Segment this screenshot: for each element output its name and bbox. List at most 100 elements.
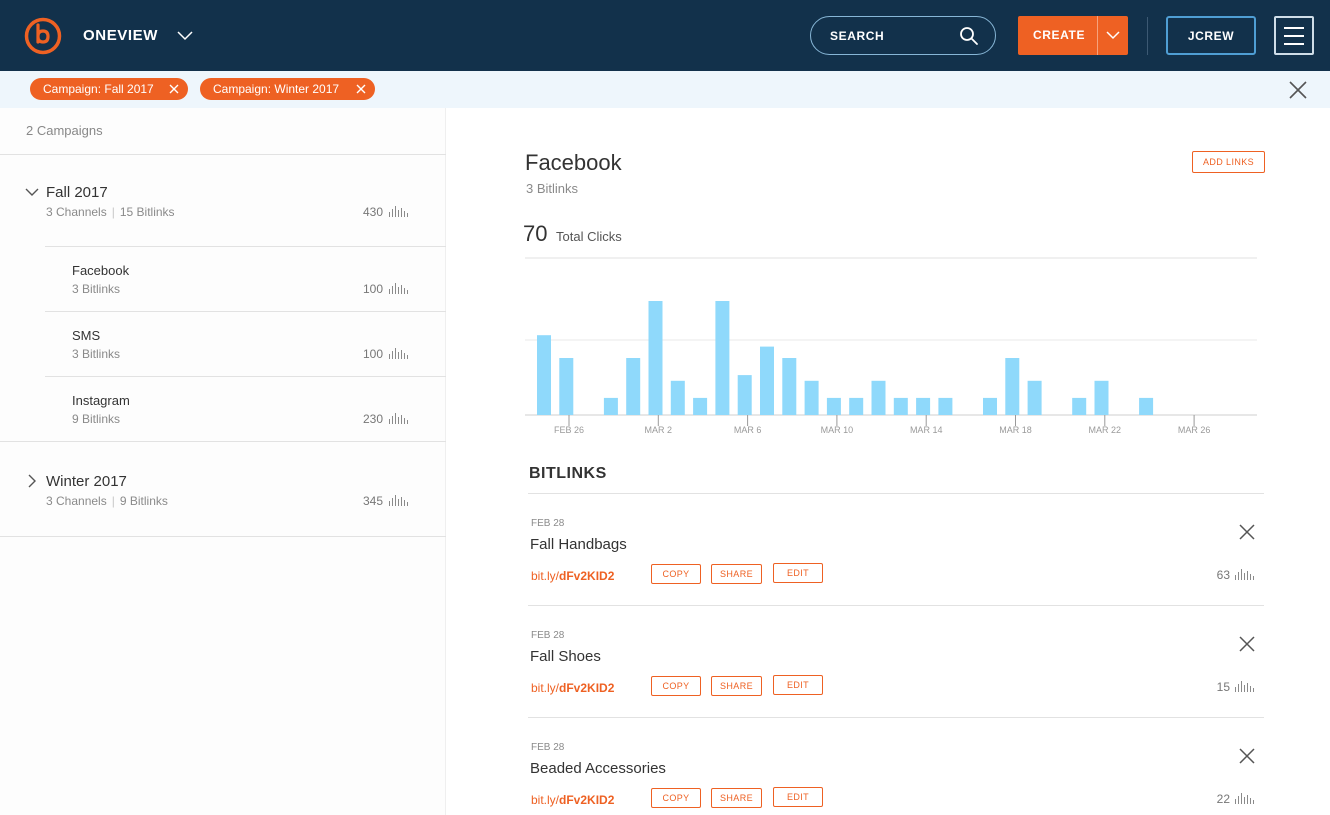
- clear-filters-close-icon[interactable]: [1288, 80, 1308, 100]
- chevron-down-icon[interactable]: [1105, 29, 1121, 41]
- edit-button[interactable]: EDIT: [773, 675, 823, 695]
- campaign-count: 2 Campaigns: [26, 123, 103, 138]
- chevron-down-icon[interactable]: [176, 28, 194, 42]
- channel-heading: Facebook: [525, 150, 622, 175]
- channel-meta: 9 Bitlinks: [72, 412, 121, 426]
- share-button[interactable]: SHARE: [711, 676, 762, 696]
- chart-tick-label: FEB 26: [554, 425, 584, 435]
- bitlink-url[interactable]: bit.ly/dFv2KID2: [531, 569, 614, 583]
- chart-bar: [916, 397, 931, 415]
- menu-line: [1284, 43, 1304, 45]
- create-button-label: CREATE: [1033, 28, 1086, 42]
- bitlink-hash: dFv2KID2: [559, 681, 615, 695]
- chart-tick-label: MAR 22: [1089, 425, 1122, 435]
- edit-button[interactable]: EDIT: [773, 787, 823, 807]
- create-button[interactable]: CREATE: [1018, 16, 1128, 55]
- bar-chart-icon: [1235, 792, 1257, 804]
- close-icon[interactable]: [1238, 635, 1256, 653]
- bitlink-domain: bit.ly/: [531, 793, 560, 807]
- campaign-channels: 3 Channels: [46, 205, 107, 219]
- add-links-button[interactable]: ADD LINKS: [1192, 151, 1265, 173]
- chart-bar: [737, 375, 752, 415]
- menu-line: [1284, 27, 1304, 29]
- divider: [0, 536, 446, 537]
- campaign-title[interactable]: Fall 2017: [46, 184, 108, 201]
- bitlink-url[interactable]: bit.ly/dFv2KID2: [531, 681, 614, 695]
- bitlink-url[interactable]: bit.ly/dFv2KID2: [531, 793, 614, 807]
- chart-tick-label: MAR 6: [734, 425, 762, 435]
- channel-clicks: 230: [362, 412, 383, 426]
- bar-chart-icon: [389, 205, 411, 217]
- bitlink-clicks: 63: [1216, 568, 1230, 582]
- search-icon[interactable]: [959, 26, 979, 46]
- chart-bar: [559, 358, 574, 415]
- close-icon[interactable]: [1238, 747, 1256, 765]
- bitlink-title[interactable]: Fall Handbags: [530, 536, 627, 553]
- bitlink-date: FEB 28: [531, 630, 565, 641]
- search-box[interactable]: SEARCH: [810, 16, 996, 55]
- chart-bar: [760, 346, 774, 415]
- top-navigation-bar: ONEVIEW SEARCH CREATE JCREW: [0, 0, 1330, 71]
- chart-bar: [804, 380, 819, 415]
- hamburger-menu-button[interactable]: [1274, 16, 1314, 55]
- filter-bar: Campaign: Fall 2017 Campaign: Winter 201…: [0, 71, 1330, 108]
- channel-clicks: 100: [362, 347, 383, 361]
- chart-bar: [782, 358, 797, 415]
- bitlink-date: FEB 28: [531, 518, 565, 529]
- bitlink-date: FEB 28: [531, 742, 565, 753]
- campaign-title[interactable]: Winter 2017: [46, 473, 127, 490]
- chart-bar: [1094, 380, 1109, 415]
- share-button[interactable]: SHARE: [711, 564, 762, 584]
- edit-button[interactable]: EDIT: [773, 563, 823, 583]
- copy-button[interactable]: COPY: [651, 676, 701, 696]
- chart-bar: [693, 397, 708, 415]
- bitlink-hash: dFv2KID2: [559, 793, 615, 807]
- bitlink-domain: bit.ly/: [531, 569, 560, 583]
- chart-bar: [603, 397, 618, 415]
- chart-bar: [849, 397, 864, 415]
- bar-chart-icon: [389, 347, 411, 359]
- channel-title[interactable]: Instagram: [72, 393, 130, 408]
- chart-bar: [715, 301, 730, 415]
- campaign-bitlinks: 9 Bitlinks: [119, 494, 168, 508]
- bitlink-title[interactable]: Fall Shoes: [530, 648, 601, 665]
- filter-chip-fall-2017[interactable]: Campaign: Fall 2017: [30, 78, 188, 100]
- chart-tick-label: MAR 2: [645, 425, 673, 435]
- chart-bar: [626, 358, 641, 415]
- bitlink-title[interactable]: Beaded Accessories: [530, 760, 666, 777]
- channel-title[interactable]: Facebook: [72, 263, 129, 278]
- chart-bar: [983, 397, 997, 415]
- filter-chip-winter-2017[interactable]: Campaign: Winter 2017: [200, 78, 375, 100]
- campaign-channels: 3 Channels: [46, 494, 107, 508]
- bar-chart-icon: [389, 412, 411, 424]
- copy-button[interactable]: COPY: [651, 564, 701, 584]
- chevron-down-icon[interactable]: [25, 185, 39, 199]
- divider: [45, 376, 446, 377]
- search-placeholder: SEARCH: [830, 29, 885, 43]
- divider: [528, 605, 1264, 606]
- filter-chip-label: Campaign: Fall 2017: [43, 82, 154, 96]
- bar-chart-icon: [1235, 568, 1257, 580]
- channel-meta: 3 Bitlinks: [72, 347, 121, 361]
- channel-bitlink-count: 3 Bitlinks: [526, 181, 579, 196]
- chart-tick-label: MAR 14: [910, 425, 943, 435]
- bitly-logo-icon[interactable]: [24, 17, 62, 55]
- close-icon[interactable]: [169, 84, 179, 94]
- chevron-right-icon[interactable]: [25, 474, 39, 488]
- close-icon[interactable]: [1238, 523, 1256, 541]
- account-button[interactable]: JCREW: [1166, 16, 1256, 55]
- total-clicks-label: Total Clicks: [556, 229, 622, 244]
- bitlinks-heading: BITLINKS: [529, 465, 607, 482]
- app-name[interactable]: ONEVIEW: [83, 27, 158, 44]
- chart-bar: [938, 397, 953, 415]
- channel-title[interactable]: SMS: [72, 328, 100, 343]
- close-icon[interactable]: [356, 84, 366, 94]
- bar-chart-icon: [389, 494, 411, 506]
- chart-tick-label: MAR 10: [821, 425, 854, 435]
- share-button[interactable]: SHARE: [711, 788, 762, 808]
- campaign-meta: 3 Channels | 15 Bitlinks: [46, 205, 175, 219]
- copy-button[interactable]: COPY: [651, 788, 701, 808]
- chart-bar: [871, 380, 886, 415]
- campaign-meta: 3 Channels | 9 Bitlinks: [46, 494, 168, 508]
- divider: [45, 246, 446, 247]
